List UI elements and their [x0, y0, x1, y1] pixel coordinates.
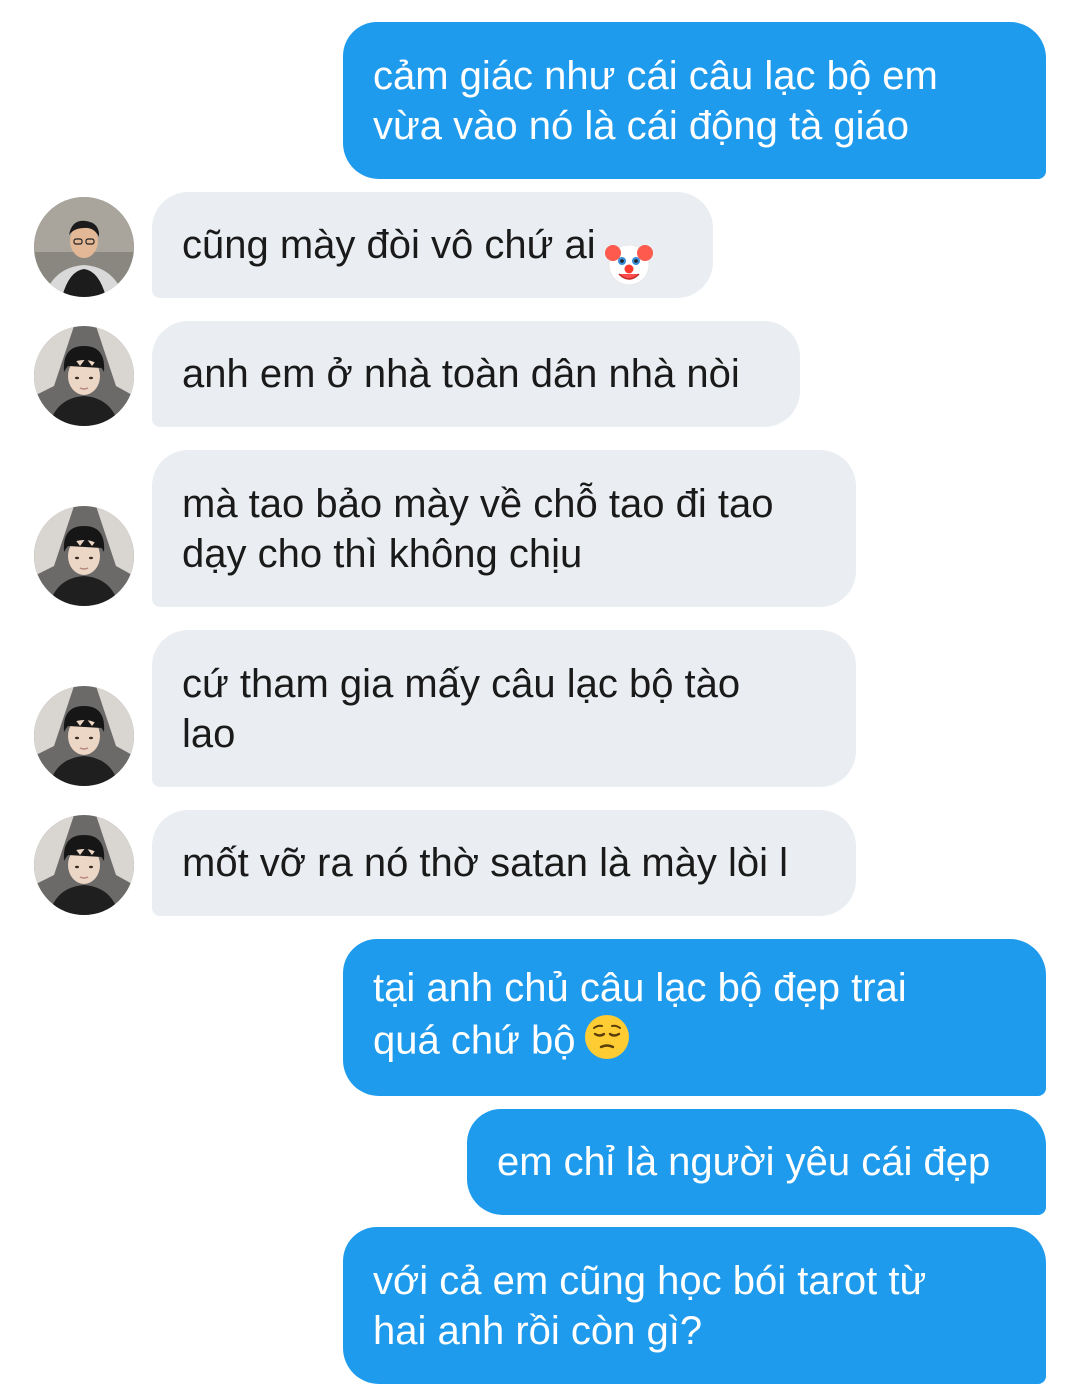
avatar-photo-2: [34, 326, 134, 426]
message-text: mốt vỡ ra nó thờ satan là mày lòi l: [182, 841, 789, 885]
message-bubble-incoming[interactable]: mà tao bảo mày về chỗ tao đi tao dạy cho…: [152, 450, 856, 607]
avatar-photo-2: [34, 686, 134, 786]
message-text: cũng mày đòi vô chứ ai: [182, 223, 596, 267]
avatar-photo-2: [34, 815, 134, 915]
message-bubble-outgoing[interactable]: cảm giác như cái câu lạc bộ em vừa vào n…: [343, 22, 1046, 179]
contact-avatar-1[interactable]: [34, 197, 134, 297]
contact-avatar-2[interactable]: [34, 506, 134, 606]
message-bubble-outgoing[interactable]: em chỉ là người yêu cái đẹp: [467, 1109, 1046, 1215]
message-text: em chỉ là người yêu cái đẹp: [497, 1140, 991, 1184]
message-bubble-incoming[interactable]: cũng mày đòi vô chứ ai: [152, 192, 713, 298]
contact-avatar-2[interactable]: [34, 815, 134, 915]
message-text: mà tao bảo mày về chỗ tao đi tao dạy cho…: [182, 481, 774, 576]
message-bubble-incoming[interactable]: mốt vỡ ra nó thờ satan là mày lòi l: [152, 810, 856, 916]
message-text: cứ tham gia mấy câu lạc bộ tào lao: [182, 661, 741, 756]
message-bubble-incoming[interactable]: cứ tham gia mấy câu lạc bộ tào lao: [152, 630, 856, 787]
message-text: với cả em cũng học bói tarot từ hai anh …: [373, 1258, 927, 1353]
message-bubble-outgoing[interactable]: với cả em cũng học bói tarot từ hai anh …: [343, 1227, 1046, 1384]
message-bubble-incoming[interactable]: anh em ở nhà toàn dân nhà nòi: [152, 321, 800, 427]
avatar-photo-1: [34, 197, 134, 297]
message-text: tại anh chủ câu lạc bộ đẹp trai quá chứ …: [373, 963, 907, 1073]
avatar-photo-2: [34, 506, 134, 606]
message-text: anh em ở nhà toàn dân nhà nòi: [182, 352, 740, 396]
pensive-face-icon: [583, 1013, 631, 1073]
message-text: cảm giác như cái câu lạc bộ em vừa vào n…: [373, 53, 938, 148]
contact-avatar-2[interactable]: [34, 686, 134, 786]
contact-avatar-2[interactable]: [34, 326, 134, 426]
message-bubble-outgoing[interactable]: tại anh chủ câu lạc bộ đẹp trai quá chứ …: [343, 939, 1046, 1096]
clown-face-icon: [604, 189, 654, 301]
